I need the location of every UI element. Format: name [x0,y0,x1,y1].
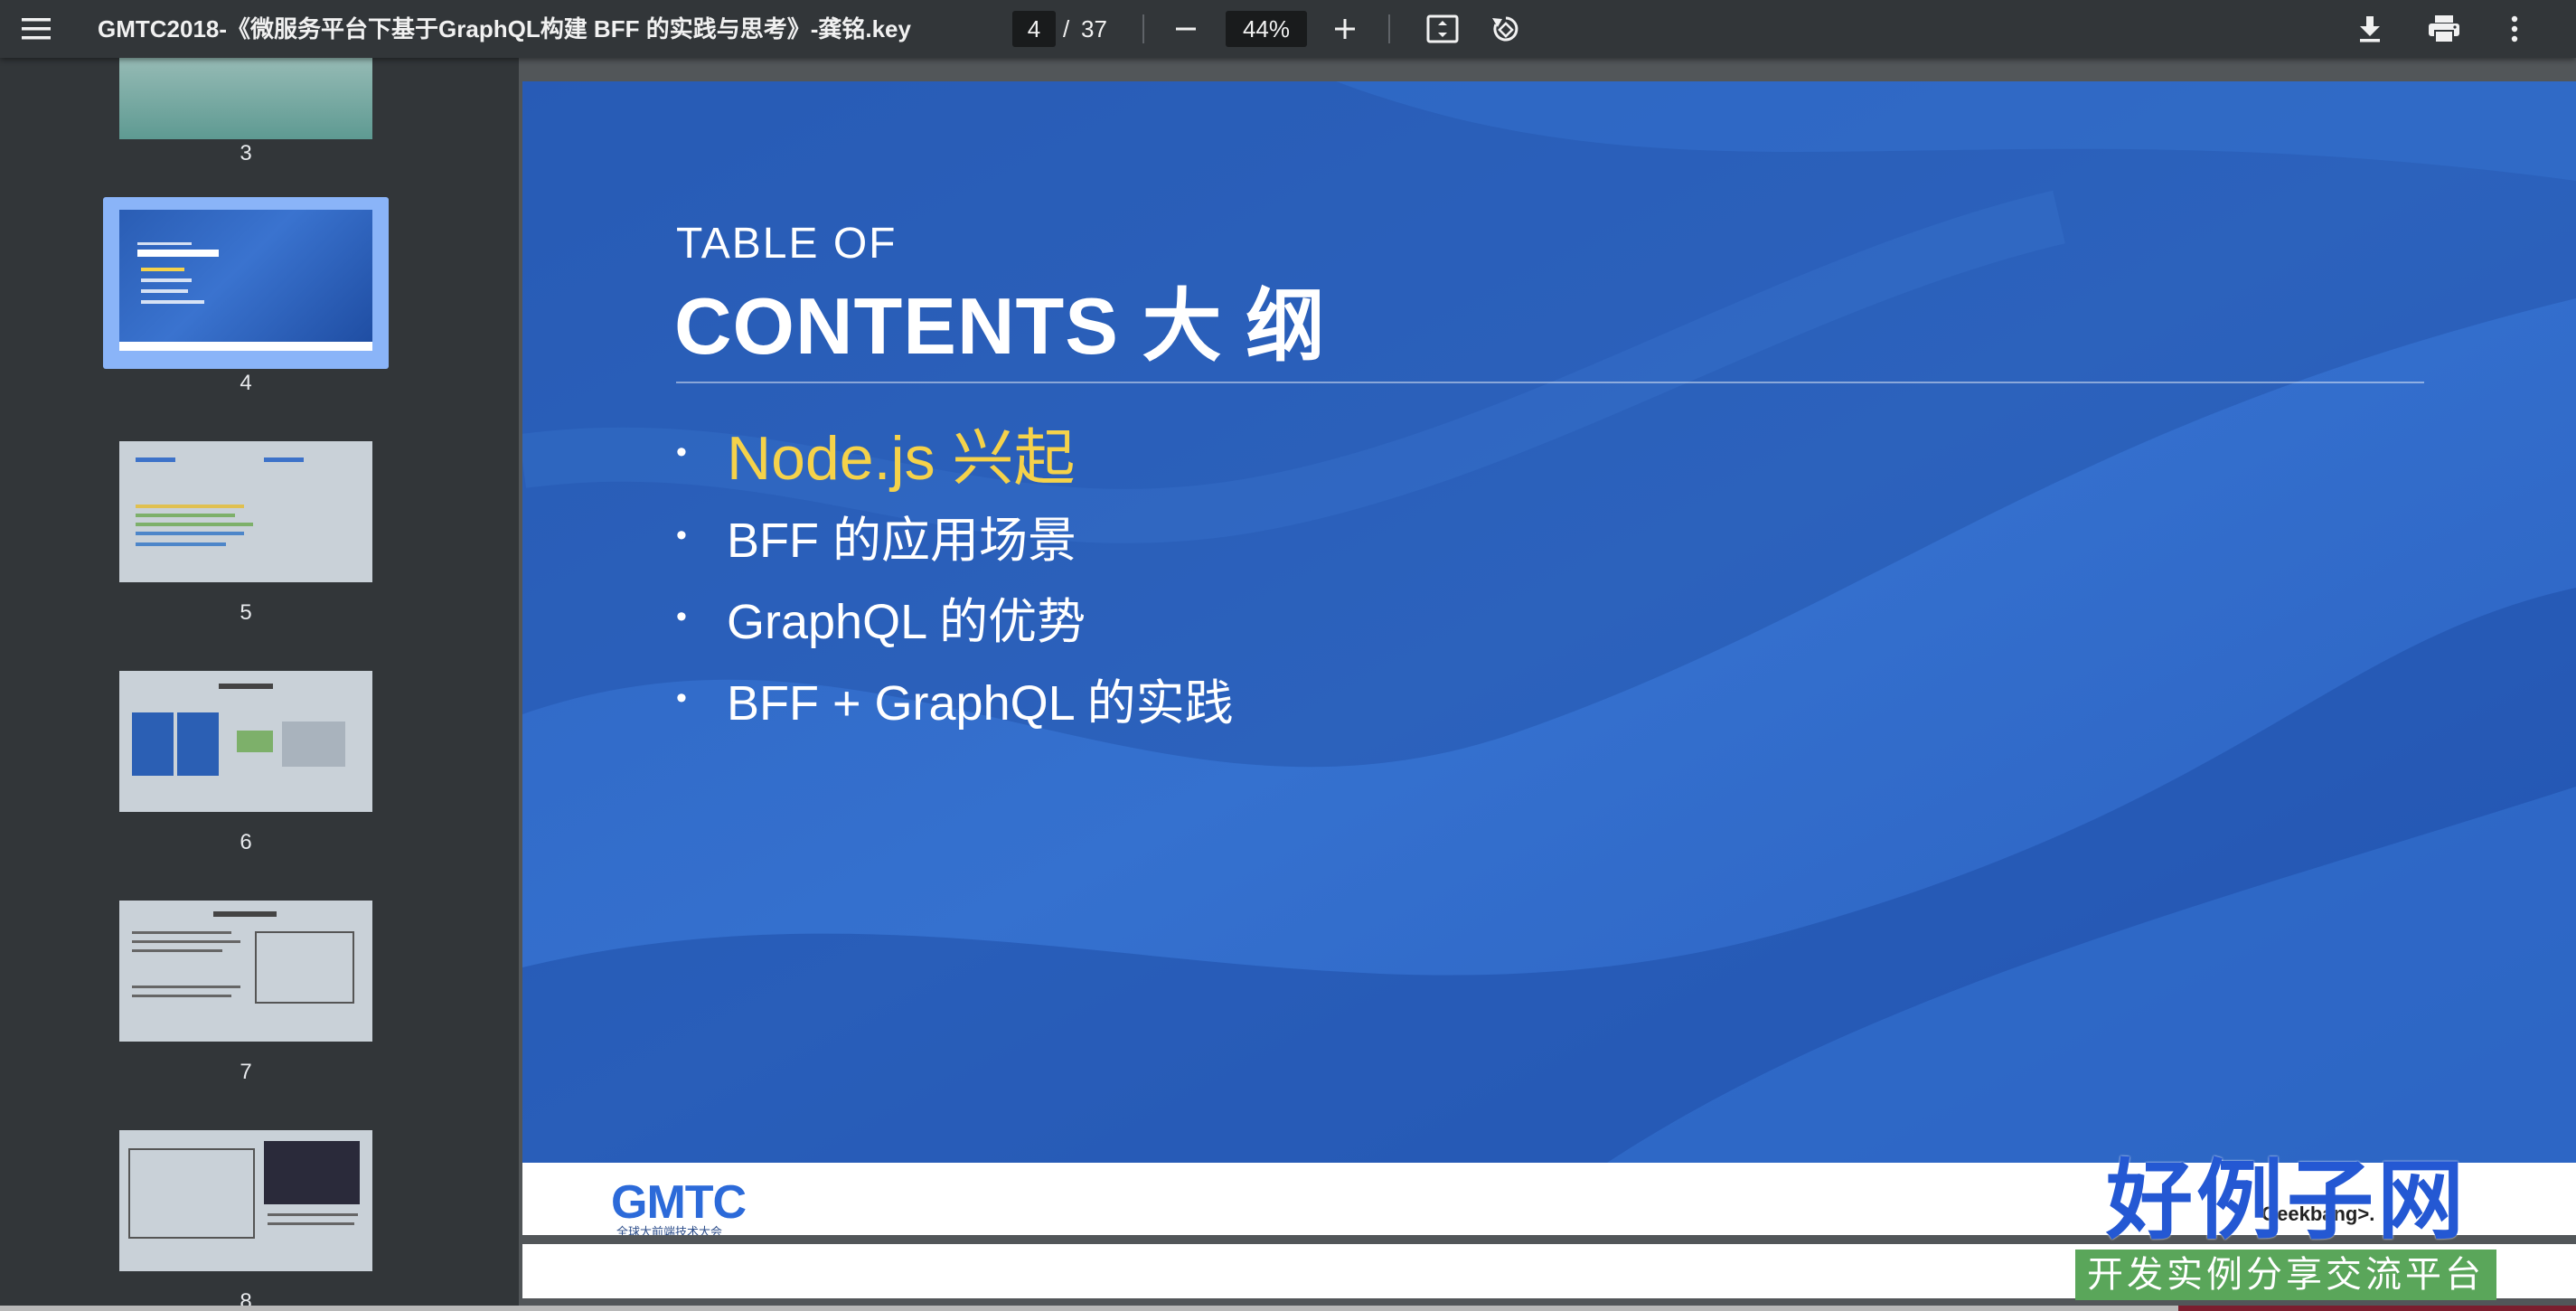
toolbar-divider [1142,14,1144,43]
toc-item-text: BFF + GraphQL 的实践 [727,675,1234,731]
toolbar-divider [1388,14,1390,43]
thumbnail-number: 6 [240,830,252,854]
thumbnail-page-4[interactable] [119,210,372,351]
document-title: GMTC2018-《微服务平台下基于GraphQL构建 BFF 的实践与思考》-… [98,15,911,42]
toc-item-text: BFF 的应用场景 [727,513,1076,568]
bullet: • [676,517,687,552]
thumbnail-page-8[interactable] [119,1130,372,1271]
download-button[interactable] [2350,11,2390,47]
page-separator: / [1063,15,1070,42]
more-vert-icon [2511,15,2518,42]
print-icon [2429,15,2459,43]
thumbnail-page-5[interactable] [119,441,372,582]
thumbnail-number: 3 [240,141,252,165]
zoom-in-button[interactable] [1325,11,1365,47]
thumbnail-image [119,671,372,812]
gmtc-logo-subtitle: 全球大前端技术大会 [616,1225,723,1235]
next-page-edge [522,1244,2576,1298]
thumbnail-page-3[interactable] [119,58,372,139]
thumbnail-image [119,58,372,139]
toc-item-2: • BFF 的应用场景 [676,499,1076,571]
fit-to-page-icon [1426,14,1459,43]
toc-item-3: • GraphQL 的优势 [676,580,1086,653]
thumbnail-image [119,1130,372,1271]
thumbnail-sidebar: 3 4 5 6 7 8 [0,58,519,1311]
toc-item-4: • BFF + GraphQL 的实践 [676,662,1234,734]
zoom-level-input[interactable] [1226,11,1307,47]
page-number-input[interactable] [1012,11,1056,47]
thumbnail-image [119,441,372,582]
bullet: • [676,599,687,634]
gmtc-logo: GMTC [611,1176,747,1229]
toc-item-text: GraphQL 的优势 [727,594,1086,649]
slide-title-line1: TABLE OF [676,220,898,268]
thumbnail-number: 4 [240,371,252,395]
slide-title-line2: CONTENTS 大 纲 [674,281,1326,371]
thumbnail-page-7[interactable] [119,901,372,1042]
bullet: • [676,680,687,715]
zoom-out-button[interactable] [1166,11,1206,47]
document-viewer[interactable]: TABLE OF CONTENTS 大 纲 • Node.js 兴起 • BFF… [519,58,2576,1311]
slide-page-4: TABLE OF CONTENTS 大 纲 • Node.js 兴起 • BFF… [522,81,2576,1235]
thumbnail-number: 5 [240,600,252,625]
pdf-toolbar: GMTC2018-《微服务平台下基于GraphQL构建 BFF 的实践与思考》-… [0,0,2576,58]
toc-item-text: Node.js 兴起 [727,423,1076,493]
bullet: • [676,434,687,469]
page-total: 37 [1081,15,1107,42]
bottom-scroll-strip [0,1306,2576,1311]
rotate-button[interactable] [1486,11,1526,47]
thumbnail-image [119,210,372,351]
plus-icon [1335,19,1355,39]
title-divider [676,382,2424,383]
rotate-icon [1492,16,1518,42]
menu-icon[interactable] [18,13,54,45]
more-options-button[interactable] [2496,11,2533,47]
print-button[interactable] [2422,11,2466,47]
geekbang-logo: Geekbang>. [2261,1203,2375,1225]
thumbnail-page-6[interactable] [119,671,372,812]
thumbnail-image [119,901,372,1042]
toc-item-1: • Node.js 兴起 [676,416,1075,493]
download-icon [2360,16,2380,42]
thumbnail-number: 7 [240,1060,252,1084]
minus-icon [1176,27,1196,31]
fit-to-page-button[interactable] [1423,11,1462,47]
